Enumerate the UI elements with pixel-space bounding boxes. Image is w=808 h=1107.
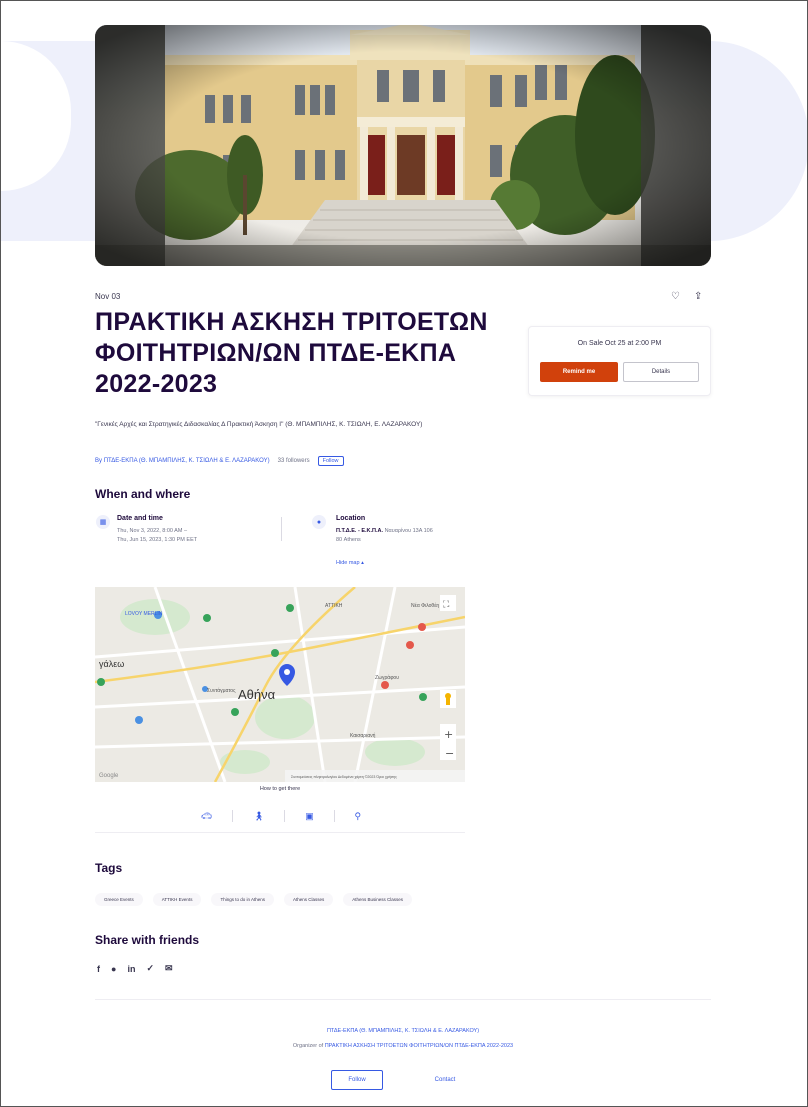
location-pin-icon: ● [312,515,326,529]
hide-map-link[interactable]: Hide map ▴ [336,560,364,566]
event-actions: ♡ ⇪ [671,291,702,302]
event-summary: "Γενικές Αρχές και Στρατηγικές Διδασκαλί… [95,421,423,428]
bus-icon[interactable]: ▣ [305,811,314,822]
organizer-by-prefix: By [95,458,103,464]
tag-item[interactable]: Athens Business Classes [343,893,413,906]
twitter-icon[interactable]: ✓ [146,963,154,974]
tag-item[interactable]: Greece Events [95,893,143,906]
walk-icon[interactable]: 🚶︎ [253,811,264,822]
follow-button-small[interactable]: Follow [317,456,344,466]
calendar-icon: ▦ [96,515,110,529]
location-name: Π.Τ.Δ.Ε. - Ε.Κ.Π.Α. [336,528,384,534]
event-date-short: Nov 03 [95,292,121,301]
date-time-line1: Thu, Nov 3, 2022, 8:00 AM – [117,528,188,534]
remind-me-button[interactable]: Remind me [540,362,618,382]
share-upload-icon[interactable]: ⇪ [694,291,702,302]
section-divider [95,832,465,833]
svg-text:+: + [444,728,453,741]
svg-text:γάλεω: γάλεω [99,659,124,669]
tags-heading: Tags [95,861,123,875]
event-hero-image [95,25,711,266]
google-logo: Google [99,773,119,779]
tag-item[interactable]: Athens Classes [283,893,334,906]
share-heading: Share with friends [95,933,200,947]
email-icon[interactable]: ✉ [165,963,173,974]
location-addr1: Ναυαρίνου 13Α 106 [384,528,433,534]
like-heart-icon[interactable]: ♡ [671,291,680,302]
footer-organizer-of: Organizer of ΠΡΑΚΤΙΚΗ ΑΣΚΗΣΗ ΤΡΙΤΟΕΤΩΝ Φ… [95,1043,711,1049]
how-to-get-there: How to get there [259,786,301,792]
contact-button[interactable]: Contact [419,1070,471,1090]
messenger-icon[interactable]: ● [111,964,116,974]
tag-item[interactable]: Things to do in Athens [211,893,274,906]
transport-divider [232,810,234,822]
transport-divider [284,810,286,822]
tag-item[interactable]: ΑΤΤΙΚΗ Events [152,893,202,906]
linkedin-icon[interactable]: in [127,964,135,974]
facebook-icon[interactable]: f [97,964,100,974]
organizer-of-event-link[interactable]: ΠΡΑΚΤΙΚΗ ΑΣΚΗΣΗ ΤΡΙΤΟΕΤΩΝ ΦΟΙΤΗΤΡΙΩΝ/ΩΝ … [325,1043,513,1049]
ticket-card: On Sale Oct 25 at 2:00 PM Remind me Deta… [528,326,711,396]
map-attribution: Συντομεύσεις πληκτρολογίου Δεδομένα χάρτ… [291,775,397,779]
sale-start-text: On Sale Oct 25 at 2:00 PM [577,340,662,347]
organizer-line: By ΠΤΔΕ-ΕΚΠΑ (Θ. ΜΠΑΜΠΙΛΗΣ, Κ. ΤΣΙΩΛΗ & … [95,456,435,466]
footer-divider [95,999,711,1000]
tags-list: Greece Events ΑΤΤΙΚΗ Events Things to do… [95,893,413,906]
location-address: Π.Τ.Δ.Ε. - Ε.Κ.Π.Α. Ναυαρίνου 13Α 106 80… [336,527,466,545]
bike-icon[interactable]: ⚲ [354,811,361,822]
follow-button[interactable]: Follow [331,1070,383,1090]
date-time-line2: Thu, Jun 15, 2023, 1:30 PM EET [117,537,198,543]
svg-text:Νέα Φιλοθέη: Νέα Φιλοθέη [411,602,439,609]
location-map[interactable]: Αθήνα LOVOY MERLIN γάλεω ΑΤΤΙΚΗ Νέα Φιλο… [95,587,465,782]
date-time-label: Date and time [117,515,163,522]
svg-text:Συντάγματος: Συντάγματος [207,687,236,694]
map-city-label: Αθήνα [238,687,276,702]
svg-text:Καισαριανή: Καισαριανή [350,732,376,739]
car-icon[interactable]: 🚗︎ [201,811,212,822]
transport-options: 🚗︎ 🚶︎ ▣ ⚲ [191,809,371,823]
when-where-heading: When and where [95,487,191,501]
organizer-of-prefix: Organizer of [292,1043,324,1049]
footer-organizer-name[interactable]: ΠΤΔΕ-ΕΚΠΑ (Θ. ΜΠΑΜΠΙΛΗΣ, Κ. ΤΣΙΩΛΗ & Ε. … [95,1028,711,1034]
divider [281,517,282,541]
svg-text:⛶: ⛶ [442,599,450,610]
svg-text:Ζωγράφου: Ζωγράφου [375,674,399,681]
details-button[interactable]: Details [623,362,699,382]
page-frame: Nov 03 ♡ ⇪ ΠΡΑΚΤΙΚΗ ΑΣΚΗΣΗ ΤΡΙΤΟΕΤΩΝ ΦΟΙ… [0,0,808,1107]
event-title: ΠΡΑΚΤΙΚΗ ΑΣΚΗΣΗ ΤΡΙΤΟΕΤΩΝ ΦΟΙΤΗΤΡΙΩΝ/ΩΝ … [95,308,488,398]
svg-text:LOVOY MERLIN: LOVOY MERLIN [125,611,163,617]
location-addr2: 80 Athens [336,537,361,543]
share-icons: f ● in ✓ ✉ [97,963,173,974]
location-label: Location [336,515,366,522]
svg-text:ΑΤΤΙΚΗ: ΑΤΤΙΚΗ [325,603,343,609]
organizer-link[interactable]: ΠΤΔΕ-ΕΚΠΑ (Θ. ΜΠΑΜΠΙΛΗΣ, Κ. ΤΣΙΩΛΗ & Ε. … [104,458,270,464]
when-where-block: ▦ Date and time Thu, Nov 3, 2022, 8:00 A… [95,513,465,573]
svg-text:−: − [445,747,454,760]
followers-count: 33 followers [277,458,310,464]
transport-divider [333,810,335,822]
